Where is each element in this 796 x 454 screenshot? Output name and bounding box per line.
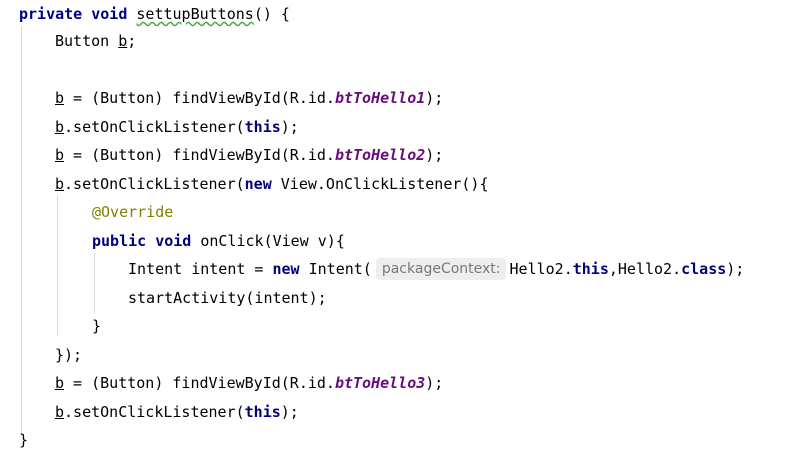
statement-end: ); [425,146,444,164]
code-line-15: b.setOnClickListener(this); [55,398,299,426]
intent-decl: Intent intent = [128,260,273,278]
code-line-10: Intent intent = new Intent(packageContex… [128,255,744,283]
annotation-override: @Override [92,203,174,221]
keyword-void: void [155,232,192,250]
variable-b[interactable]: b [118,32,127,50]
method-call: .setOnClickListener( [64,118,245,136]
arg-hello2-class: ,Hello2. [608,260,682,278]
field-bttohello1[interactable]: btToHello1 [335,89,425,107]
indent-guide [94,253,95,313]
variable-b[interactable]: b [55,89,64,107]
field-bttohello3[interactable]: btToHello3 [335,374,425,392]
assign-expr: = (Button) findViewById(R.id. [64,146,335,164]
method-call: .setOnClickListener( [64,175,245,193]
variable-b[interactable]: b [55,146,64,164]
code-line-2: Button b; [55,27,136,55]
method-name[interactable]: settupButtons [136,5,253,23]
indent-guide [21,26,22,436]
statement-end: ); [726,260,745,278]
code-line-14: b = (Button) findViewById(R.id.btToHello… [55,369,443,397]
code-line-6: b = (Button) findViewById(R.id.btToHello… [55,141,443,169]
code-line-11: startActivity(intent); [128,284,327,312]
method-signature: onClick(View v){ [191,232,345,250]
keyword-this: this [244,118,281,136]
variable-b[interactable]: b [55,118,64,136]
indent-guide [57,196,58,336]
keyword-void: void [91,5,128,23]
variable-b[interactable]: b [55,175,64,193]
type-name: Button [55,32,110,50]
assign-expr: = (Button) findViewById(R.id. [64,89,335,107]
code-line-4: b = (Button) findViewById(R.id.btToHello… [55,84,443,112]
keyword-private: private [19,5,83,23]
closing-brace: }); [55,346,83,364]
start-activity-call: startActivity(intent); [128,289,327,307]
code-line-13: }); [55,341,82,369]
code-editor[interactable]: private void settupButtons() { Button b;… [0,0,796,449]
code-line-5: b.setOnClickListener(this); [55,113,299,141]
code-line-9: public void onClick(View v){ [92,227,345,255]
statement-end: ); [280,118,299,136]
variable-b[interactable]: b [55,374,64,392]
assign-expr: = (Button) findViewById(R.id. [64,374,335,392]
field-bttohello2[interactable]: btToHello2 [335,146,425,164]
closing-brace: } [92,317,102,335]
code-line-1: private void settupButtons() { [19,0,290,28]
keyword-new: new [244,175,272,193]
anon-class: View.OnClickListener(){ [271,175,489,193]
variable-b[interactable]: b [55,403,64,421]
method-params: () { [253,5,290,23]
intent-ctor: Intent( [299,260,372,278]
code-line-8: @Override [92,198,173,226]
statement-end: ); [425,374,444,392]
method-call: .setOnClickListener( [64,403,245,421]
keyword-public: public [92,232,147,250]
keyword-class: class [681,260,727,278]
code-line-12: } [92,312,101,340]
keyword-new: new [272,260,300,278]
code-line-7: b.setOnClickListener(new View.OnClickLis… [55,170,489,198]
closing-brace: } [19,431,29,449]
keyword-this: this [244,403,281,421]
statement-end: ); [280,403,299,421]
statement-end: ); [425,89,444,107]
code-line-16: } [19,426,28,454]
semicolon: ; [127,32,137,50]
parameter-hint: packageContext: [375,258,506,280]
keyword-this: this [572,260,609,278]
arg-hello2: Hello2. [509,260,573,278]
